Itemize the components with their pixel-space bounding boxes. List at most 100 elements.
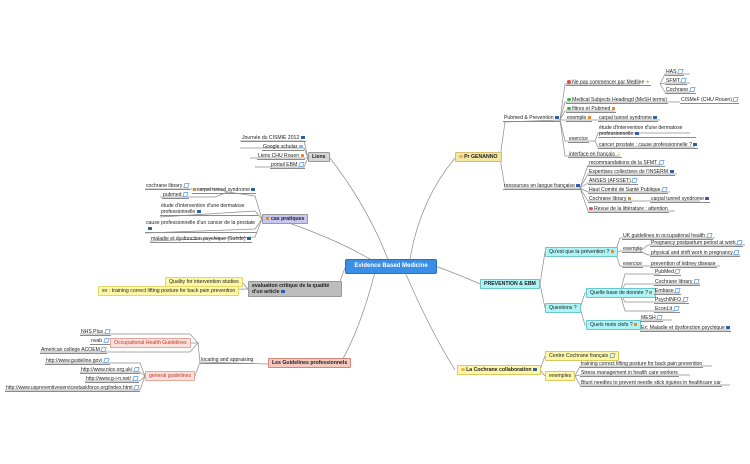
note-icon bbox=[280, 289, 285, 294]
cas-maladie[interactable]: maladie et dysfonction psychique (Suède) bbox=[150, 236, 253, 243]
cochrane-example-item[interactable]: Stress management in health care workers bbox=[580, 370, 679, 377]
guideline-link[interactable]: http://www.uspreventiveservicestaskforce… bbox=[5, 385, 141, 392]
flag-icon bbox=[649, 290, 653, 295]
uk-guidelines[interactable]: UK guidelines in occupational health bbox=[622, 233, 713, 240]
database-item[interactable]: Embase bbox=[654, 288, 682, 295]
prevention-question-node[interactable]: Qu'est que la prévention ? bbox=[545, 247, 618, 257]
prevention-exercice[interactable]: exercice bbox=[622, 261, 643, 268]
maladie-example[interactable]: Ex: Maladie et dysfonction psychique bbox=[640, 325, 732, 332]
ressources-fr[interactable]: ressources en langue française bbox=[503, 183, 582, 190]
evaluation-node[interactable]: evaluation critique de la qualité d'un a… bbox=[248, 281, 342, 297]
connector bbox=[339, 271, 376, 365]
link-icon bbox=[672, 306, 680, 311]
liens-item-label: Google scholar bbox=[263, 144, 298, 150]
guideline-link[interactable]: http://www.g-i-n.net/ bbox=[85, 376, 139, 383]
res-item[interactable]: Revue de la littérature : attention bbox=[588, 206, 669, 213]
prevention-exemple[interactable]: exemple bbox=[622, 246, 644, 253]
database-item-label: Embase bbox=[655, 288, 674, 294]
link-icon bbox=[674, 288, 681, 293]
res-item[interactable]: Haut Comité de Santé Publique bbox=[588, 187, 668, 194]
mesh-label: MESH bbox=[641, 315, 656, 321]
cochrane-collab-node[interactable]: La Cochrane collaboration bbox=[457, 365, 542, 375]
nhs-plus[interactable]: NHS Plus bbox=[80, 329, 111, 336]
nvab[interactable]: nvab bbox=[90, 338, 110, 345]
cas-maladie-label: maladie et dysfonction psychique (Suède) bbox=[151, 236, 246, 242]
star-icon bbox=[459, 154, 463, 159]
liens-item-label: portail EBM bbox=[271, 162, 298, 168]
medline-label: Ne pas commencer par Medline bbox=[572, 79, 645, 86]
guideline-link[interactable]: http://www.guideline.gov/ bbox=[45, 358, 110, 365]
mesh-terms[interactable]: Medical Subjects Headingd (MeSH terms) bbox=[566, 97, 668, 104]
pubmed-prevention-label: Pubmed & Prevention bbox=[504, 115, 554, 121]
link-icon bbox=[658, 160, 665, 165]
pregnancy-shift[interactable]: physical and shift work in pregnancy bbox=[650, 250, 741, 257]
cas-dermatose-label: étude d'intervention d'une dermatose pro… bbox=[161, 203, 245, 215]
filtres-pubmed[interactable]: filtres et Pubmed bbox=[566, 106, 616, 113]
interface-fr[interactable]: interface en français ☺ bbox=[568, 151, 622, 159]
res-carpal[interactable]: carpal tunnel syndrome bbox=[650, 196, 711, 203]
cochrane-example-item[interactable]: training correct lifting posture for bac… bbox=[580, 361, 704, 368]
liens-item[interactable]: Liens CHU Rouen bbox=[257, 153, 305, 160]
training-example-node[interactable]: ex : training correct lifting posture fo… bbox=[98, 286, 240, 296]
cas-cochrane-library[interactable]: cochrane library bbox=[145, 183, 190, 190]
res-item[interactable]: ANSES (AFSSET) bbox=[588, 178, 639, 185]
res-item[interactable]: recommandations de la SFMT bbox=[588, 160, 665, 167]
link-icon bbox=[631, 178, 639, 183]
cismef-link[interactable]: CISMeF (CHU Rouen) bbox=[680, 97, 740, 104]
database-item[interactable]: Cochrane library bbox=[654, 279, 700, 286]
database-item[interactable]: EconLit bbox=[654, 306, 680, 313]
liens-item[interactable]: Journée du CISMIE 2012 bbox=[241, 135, 306, 142]
guidelines-node[interactable]: Les Guidelines professionnels bbox=[268, 358, 352, 368]
database-question-node[interactable]: Quelle base de donnée ? bbox=[586, 288, 657, 298]
connector bbox=[434, 265, 481, 285]
mesh-link[interactable]: MESH bbox=[640, 315, 664, 322]
database-item[interactable]: PsychINFO bbox=[654, 297, 689, 304]
genanno-carpal[interactable]: carpal tunnel syndrome bbox=[598, 115, 659, 122]
questions-node[interactable]: Questions ? bbox=[545, 303, 581, 313]
cas-cancer[interactable]: cause professionnelle d'un cancer de la … bbox=[145, 220, 257, 233]
keywords-question-node[interactable]: Quels mots clefs ? bbox=[586, 320, 642, 330]
link-icon bbox=[677, 69, 684, 74]
link-icon bbox=[706, 233, 713, 238]
sfmt-link[interactable]: SFMT bbox=[665, 78, 688, 85]
locating-appraising[interactable]: locating and appraising bbox=[200, 357, 255, 364]
cochrane-exemples-node[interactable]: exemples bbox=[545, 371, 576, 381]
kidney-disease[interactable]: prevention of kidney disease bbox=[650, 261, 717, 268]
cas-pratiques-node[interactable]: cas pratiques bbox=[262, 214, 309, 224]
centre-cochrane-node[interactable]: Centre Cochrane français bbox=[545, 351, 619, 361]
cas-carpal-tunnel[interactable]: carpal tunnel syndrome bbox=[192, 187, 257, 194]
cas-carpal-label: carpal tunnel syndrome bbox=[197, 187, 250, 193]
database-item[interactable]: PubMed bbox=[654, 269, 682, 276]
res-item[interactable]: Cochrane library bbox=[588, 196, 632, 203]
genanno-dermatose[interactable]: étude d'intervention d'une dermatose pro… bbox=[598, 125, 696, 138]
acoem[interactable]: American college ACOEM bbox=[40, 347, 108, 354]
ohg-node[interactable]: Occupational Health Guidelines bbox=[110, 338, 191, 348]
guideline-link[interactable]: http://www.nice.org.uk/ bbox=[80, 367, 140, 374]
connector bbox=[499, 119, 561, 159]
link-icon bbox=[688, 87, 696, 92]
pregnancy-postpartum[interactable]: Pregnancy postpartum period at work bbox=[650, 240, 744, 247]
res-item-label: ANSES (AFSSET) bbox=[589, 178, 631, 184]
central-topic[interactable]: Evidence Based Medicine bbox=[345, 259, 437, 274]
general-guidelines-node[interactable]: general guidelines bbox=[145, 371, 196, 381]
keywords-question-label: Quels mots clefs ? bbox=[590, 322, 633, 328]
cochrane-link[interactable]: Cochrane bbox=[665, 87, 696, 94]
cochrane-example-item[interactable]: Blunt needles to prevent needle stick in… bbox=[580, 380, 722, 387]
cas-pubmed-label: pubmed bbox=[163, 192, 182, 198]
cas-pubmed[interactable]: pubmed bbox=[162, 192, 189, 199]
genanno-exercice[interactable]: exercice bbox=[568, 136, 589, 143]
prevention-node[interactable]: PREVENTION & EBM bbox=[480, 279, 540, 289]
link-icon bbox=[736, 240, 743, 245]
liens-item[interactable]: Google scholar bbox=[262, 144, 304, 151]
ok-icon bbox=[567, 97, 571, 102]
genanno-cancer[interactable]: cancer prostate : cause professionnelle … bbox=[598, 142, 699, 149]
liens-item[interactable]: portail EBM bbox=[270, 162, 305, 169]
has-link[interactable]: HAS bbox=[665, 69, 684, 76]
genanno-node[interactable]: Pr GENANNO bbox=[455, 152, 502, 162]
genanno-exemple[interactable]: exemple bbox=[566, 115, 592, 122]
res-item[interactable]: Expertises collectives de l'INSERM bbox=[588, 169, 675, 176]
medline-warning[interactable]: Ne pas commencer par Medline ★ bbox=[566, 79, 651, 87]
cas-dermatose[interactable]: étude d'intervention d'une dermatose pro… bbox=[160, 203, 258, 216]
pubmed-prevention[interactable]: Pubmed & Prevention bbox=[503, 115, 561, 122]
liens-node[interactable]: Liens bbox=[308, 152, 330, 162]
